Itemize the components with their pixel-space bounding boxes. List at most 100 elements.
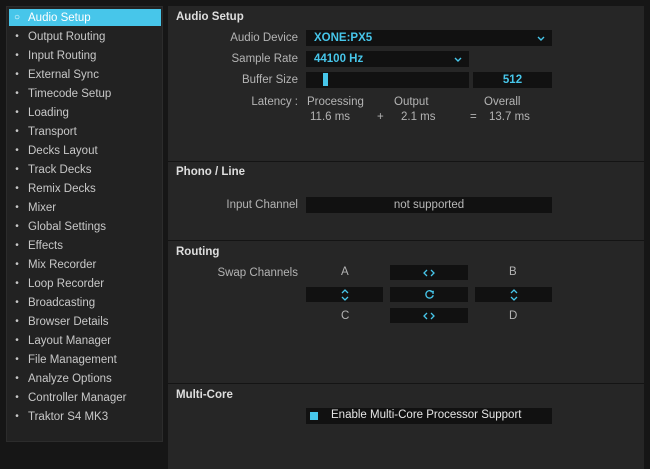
sidebar-item-controller-manager[interactable]: • Controller Manager (9, 389, 161, 406)
section-title-multi-core: Multi-Core (176, 389, 233, 401)
bullet-icon: • (15, 411, 19, 422)
sidebar-item-label: Broadcasting (28, 296, 96, 309)
sidebar-item-effects[interactable]: • Effects (9, 237, 161, 254)
sidebar-item-browser-details[interactable]: • Browser Details (9, 313, 161, 330)
bullet-icon: • (15, 31, 19, 42)
sidebar-item-label: Browser Details (28, 315, 109, 328)
bullet-icon: • (15, 107, 19, 118)
sample-rate-dropdown[interactable]: 44100 Hz (306, 51, 469, 67)
sidebar-item-label: Audio Setup (28, 11, 91, 24)
bullet-icon: • (15, 88, 19, 99)
swap-horizontal-icon (423, 269, 435, 276)
checkbox-checked-icon[interactable] (310, 412, 318, 420)
settings-sidebar: ○ Audio Setup • Output Routing • Input R… (6, 6, 163, 442)
sidebar-item-label: Mix Recorder (28, 258, 97, 271)
sidebar-item-label: File Management (28, 353, 117, 366)
sidebar-item-loop-recorder[interactable]: • Loop Recorder (9, 275, 161, 292)
chevron-down-icon (537, 30, 545, 46)
sidebar-item-audio-setup[interactable]: ○ Audio Setup (9, 9, 161, 26)
audio-device-label: Audio Device (230, 32, 298, 44)
bullet-icon: • (15, 297, 19, 308)
sidebar-item-layout-manager[interactable]: • Layout Manager (9, 332, 161, 349)
sidebar-item-transport[interactable]: • Transport (9, 123, 161, 140)
sidebar-item-label: Controller Manager (28, 391, 127, 404)
plus-sign: + (377, 111, 384, 123)
sidebar-item-loading[interactable]: • Loading (9, 104, 161, 121)
buffer-size-slider[interactable] (306, 72, 469, 88)
sidebar-item-traktor-s4-mk3[interactable]: • Traktor S4 MK3 (9, 408, 161, 425)
swap-b-d-button[interactable] (475, 287, 552, 302)
sidebar-item-label: Track Decks (28, 163, 92, 176)
bullet-icon: • (15, 50, 19, 61)
latency-processing-label: Processing (307, 96, 364, 108)
sidebar-item-analyze-options[interactable]: • Analyze Options (9, 370, 161, 387)
sidebar-item-output-routing[interactable]: • Output Routing (9, 28, 161, 45)
deck-a-label: A (341, 266, 349, 278)
latency-overall-label: Overall (484, 96, 521, 108)
swap-channels-label: Swap Channels (217, 267, 298, 279)
sidebar-item-mixer[interactable]: • Mixer (9, 199, 161, 216)
bullet-icon: • (15, 240, 19, 251)
sidebar-item-label: Loop Recorder (28, 277, 105, 290)
rotate-icon (424, 290, 434, 299)
bullet-icon: • (15, 259, 19, 270)
sidebar-item-file-management[interactable]: • File Management (9, 351, 161, 368)
sidebar-item-mix-recorder[interactable]: • Mix Recorder (9, 256, 161, 273)
bullet-icon: • (15, 392, 19, 403)
section-divider (168, 240, 644, 241)
swap-vertical-icon (510, 288, 517, 301)
sidebar-item-timecode-setup[interactable]: • Timecode Setup (9, 85, 161, 102)
sample-rate-value: 44100 Hz (314, 53, 364, 65)
sidebar-item-broadcasting[interactable]: • Broadcasting (9, 294, 161, 311)
bullet-icon: • (15, 335, 19, 346)
sidebar-item-input-routing[interactable]: • Input Routing (9, 47, 161, 64)
section-title-audio-setup: Audio Setup (176, 11, 244, 23)
multi-core-checkbox-label: Enable Multi-Core Processor Support (331, 409, 522, 421)
chevron-down-icon (454, 51, 462, 67)
sidebar-item-label: Input Routing (28, 49, 97, 62)
rotate-decks-button[interactable] (390, 287, 468, 302)
section-divider (168, 161, 644, 162)
bullet-icon: • (15, 373, 19, 384)
swap-c-d-button[interactable] (390, 308, 468, 323)
sidebar-item-label: Transport (28, 125, 77, 138)
sidebar-item-label: Global Settings (28, 220, 106, 233)
sidebar-item-label: Analyze Options (28, 372, 112, 385)
sidebar-item-remix-decks[interactable]: • Remix Decks (9, 180, 161, 197)
bullet-icon: • (15, 69, 19, 80)
bullet-icon: • (15, 221, 19, 232)
sidebar-item-external-sync[interactable]: • External Sync (9, 66, 161, 83)
sidebar-item-global-settings[interactable]: • Global Settings (9, 218, 161, 235)
slider-handle[interactable] (323, 73, 328, 86)
sidebar-item-label: Output Routing (28, 30, 106, 43)
multi-core-checkbox-row[interactable]: Enable Multi-Core Processor Support (306, 408, 552, 424)
latency-output-value: 2.1 ms (401, 111, 436, 123)
sidebar-item-decks-layout[interactable]: • Decks Layout (9, 142, 161, 159)
sidebar-item-label: Mixer (28, 201, 57, 214)
bullet-icon: • (15, 183, 19, 194)
latency-output-label: Output (394, 96, 429, 108)
sidebar-item-label: Remix Decks (28, 182, 96, 195)
bullet-icon: • (15, 278, 19, 289)
equals-sign: = (470, 111, 477, 123)
sidebar-item-label: External Sync (28, 68, 99, 81)
sidebar-item-label: Loading (28, 106, 69, 119)
bullet-icon: • (15, 145, 19, 156)
bullet-icon: • (15, 164, 19, 175)
bullet-icon: • (15, 202, 19, 213)
bullet-icon: • (15, 316, 19, 327)
audio-device-dropdown[interactable]: XONE:PX5 (306, 30, 552, 46)
radio-ring-icon: ○ (13, 12, 21, 23)
bullet-icon: • (15, 126, 19, 137)
bullet-icon: • (15, 354, 19, 365)
audio-device-value: XONE:PX5 (314, 32, 373, 44)
swap-a-c-button[interactable] (306, 287, 383, 302)
sidebar-item-track-decks[interactable]: • Track Decks (9, 161, 161, 178)
sidebar-item-label: Timecode Setup (28, 87, 112, 100)
buffer-size-label: Buffer Size (241, 74, 298, 86)
section-divider (168, 383, 644, 384)
sidebar-item-label: Decks Layout (28, 144, 98, 157)
buffer-size-value-field[interactable]: 512 (473, 72, 552, 88)
swap-a-b-button[interactable] (390, 265, 468, 280)
section-title-routing: Routing (176, 246, 220, 258)
